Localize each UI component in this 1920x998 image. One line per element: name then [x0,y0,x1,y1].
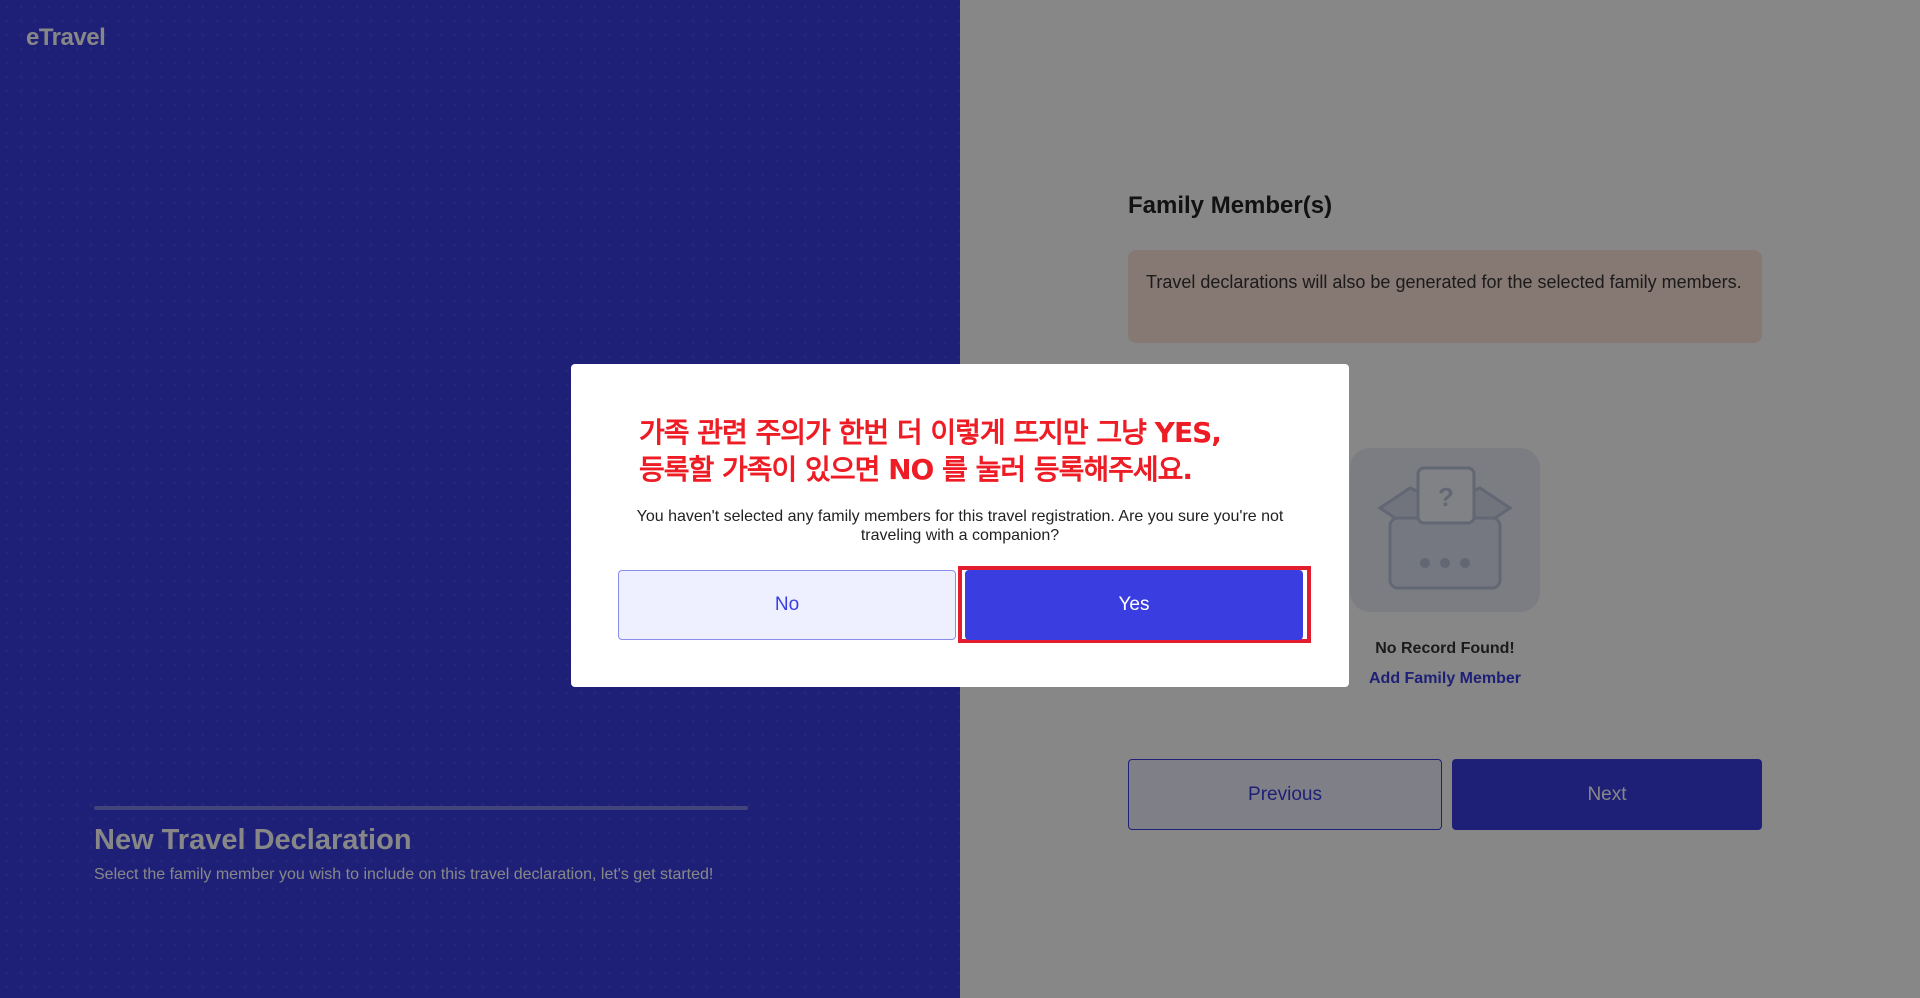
annotation-line-1: 가족 관련 주의가 한번 더 이렇게 뜨지만 그냥 YES, [639,416,1222,449]
confirm-dialog: 가족 관련 주의가 한번 더 이렇게 뜨지만 그냥 YES, 등록할 가족이 있… [571,364,1349,687]
no-button[interactable]: No [618,570,956,640]
annotation-line-2: 등록할 가족이 있으면 NO 를 눌러 등록해주세요. [639,453,1193,486]
dialog-message: You haven't selected any family members … [636,508,1284,544]
yes-button[interactable]: Yes [965,570,1303,640]
guide-annotation: 가족 관련 주의가 한번 더 이렇게 뜨지만 그냥 YES, 등록할 가족이 있… [639,414,1319,488]
